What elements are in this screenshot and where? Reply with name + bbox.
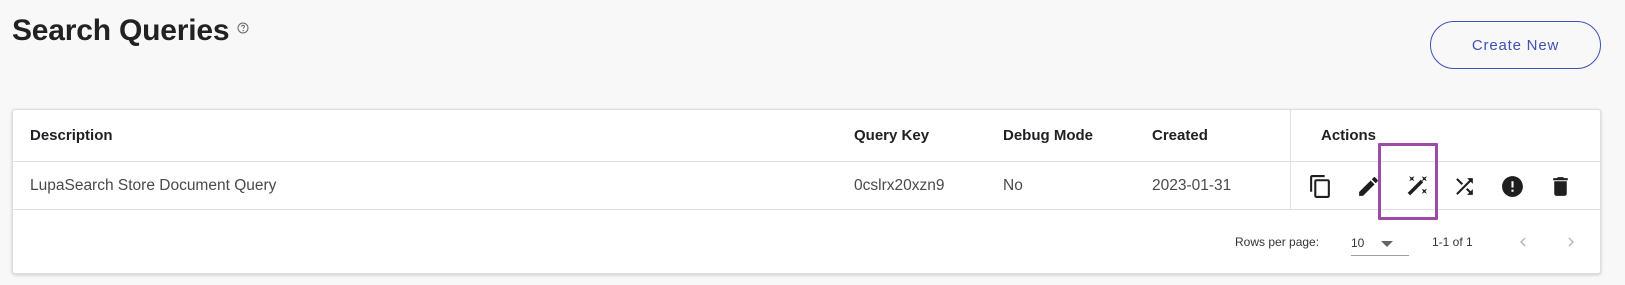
copy-button[interactable]: [1296, 162, 1344, 210]
column-header-created[interactable]: Created: [1152, 110, 1208, 161]
row-debug-mode: No: [1003, 176, 1023, 194]
alert-button[interactable]: [1488, 162, 1536, 210]
edit-button[interactable]: [1344, 162, 1392, 210]
pencil-icon: [1358, 176, 1378, 196]
auto-fix-wand-icon: [1407, 175, 1427, 195]
copy-icon: [1309, 174, 1330, 198]
rows-per-page-label: Rows per page:: [1235, 235, 1320, 249]
row-actions: [1296, 162, 1584, 210]
caret-down-icon: [1381, 241, 1393, 247]
rows-per-page-value: 10: [1351, 236, 1365, 250]
chevron-left-icon: [1520, 237, 1526, 247]
queries-table-card: Description Query Key Debug Mode Created…: [12, 109, 1601, 274]
column-header-actions: Actions: [1321, 127, 1377, 144]
table-header-row: Description Query Key Debug Mode Created…: [13, 110, 1600, 162]
column-header-debug-mode[interactable]: Debug Mode: [1003, 110, 1093, 161]
create-new-button[interactable]: Create New: [1430, 21, 1601, 69]
row-description: LupaSearch Store Document Query: [30, 176, 277, 194]
chevron-right-icon: [1568, 237, 1574, 247]
rows-per-page-select[interactable]: 10: [1351, 230, 1409, 256]
column-header-query-key[interactable]: Query Key: [854, 110, 929, 161]
help-circle-icon[interactable]: [237, 22, 249, 34]
page-title: Search Queries: [12, 14, 230, 47]
next-page-button[interactable]: [1554, 225, 1588, 259]
shuffle-button[interactable]: [1440, 162, 1488, 210]
row-created: 2023-01-31: [1152, 176, 1232, 194]
shuffle-icon: [1455, 177, 1473, 195]
trash-icon: [1552, 176, 1568, 196]
pagination-range: 1-1 of 1: [1432, 235, 1473, 249]
row-query-key: 0cslrx20xzn9: [854, 176, 945, 194]
column-header-description[interactable]: Description: [30, 110, 113, 161]
auto-fix-button[interactable]: [1392, 162, 1440, 210]
previous-page-button[interactable]: [1506, 225, 1540, 259]
search-queries-page: Search Queries Create New Description Qu…: [0, 0, 1625, 285]
alert-circle-icon: [1501, 175, 1523, 197]
table-pagination: Rows per page: 10 1-1 of 1: [13, 210, 1600, 274]
delete-button[interactable]: [1536, 162, 1584, 210]
